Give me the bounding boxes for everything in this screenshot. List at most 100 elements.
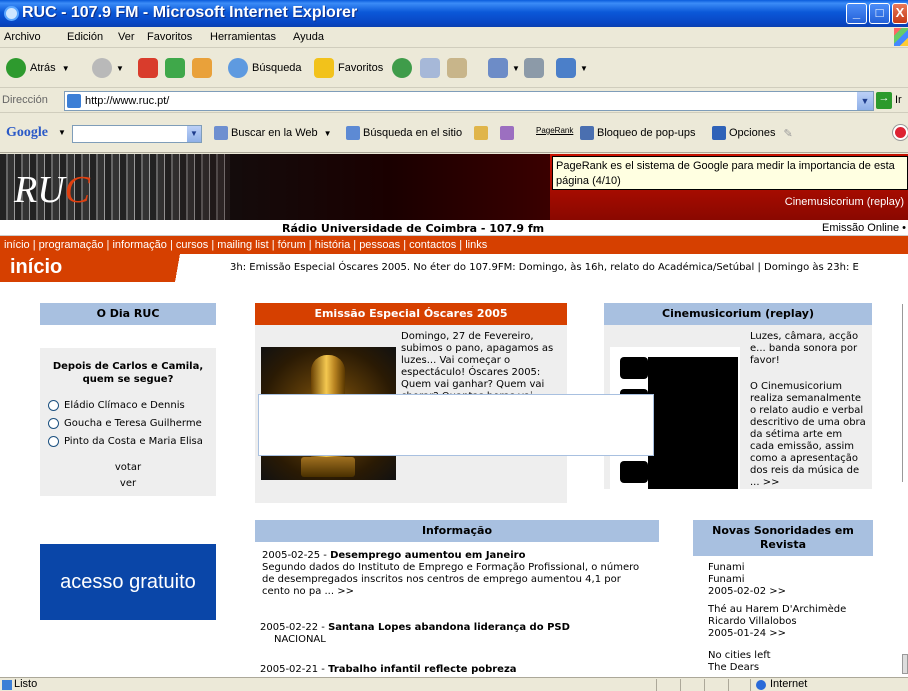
close-button[interactable]: X [892, 3, 908, 24]
menu-herramientas[interactable]: Herramientas [210, 31, 276, 43]
oscares-header[interactable]: Emissão Especial Óscares 2005 [255, 303, 567, 325]
search-button[interactable]: Búsqueda [228, 56, 302, 80]
search-icon [228, 58, 248, 78]
album-item[interactable]: Thé au Harem D'Archimède Ricardo Villalo… [708, 604, 868, 640]
nav-informacao[interactable]: informação [112, 239, 166, 251]
options-icon [712, 126, 726, 140]
nav-contactos[interactable]: contactos [409, 239, 456, 251]
cine-header[interactable]: Cinemusicorium (replay) [604, 303, 872, 325]
paste-icon [447, 58, 467, 78]
news-ticker[interactable]: 3h: Emissão Especial Óscares 2005. No ét… [230, 262, 859, 273]
refresh-button[interactable] [165, 56, 189, 80]
nav-mailing-list[interactable]: mailing list [217, 239, 268, 251]
nav-pessoas[interactable]: pessoas [359, 239, 400, 251]
nav-cursos[interactable]: cursos [176, 239, 208, 251]
online-link[interactable]: Emissão Online • [822, 222, 906, 234]
radio-button[interactable] [48, 400, 59, 411]
news-button[interactable] [474, 126, 491, 140]
album-item[interactable]: Funami Funami 2005-02-02 >> [708, 562, 868, 598]
copy-button[interactable] [420, 56, 444, 80]
poll-option[interactable]: Eládio Clímaco e Dennis [48, 400, 185, 411]
favorites-label: Favoritos [338, 62, 384, 74]
favorites-button[interactable]: Favoritos [314, 56, 383, 80]
stop-icon [138, 58, 158, 78]
status-separator [750, 679, 751, 691]
options-button[interactable]: Opciones ✎ [712, 126, 793, 140]
forward-button[interactable]: ▼ [92, 56, 124, 80]
view-results-link[interactable]: ver [40, 478, 216, 489]
maximize-button[interactable]: □ [869, 3, 890, 24]
news-category: NACIONAL [274, 634, 326, 645]
stop-button[interactable] [138, 56, 162, 80]
news-headline[interactable]: Santana Lopes abandona liderança do PSD [328, 622, 570, 633]
poll-question: Depois de Carlos e Camila, quem se segue… [52, 361, 204, 385]
right-edge-widget[interactable] [902, 654, 908, 674]
banner-cine-link[interactable]: Cinemusicorium (replay) [785, 196, 904, 208]
address-input[interactable]: http://www.ruc.pt/ ▼ [64, 91, 874, 111]
home-button[interactable] [192, 56, 216, 80]
print-button[interactable] [524, 56, 548, 80]
go-button[interactable]: Ir [895, 94, 902, 106]
album-title: Thé au Harem D'Archimède [708, 604, 847, 615]
vote-link[interactable]: votar [40, 462, 216, 473]
menu-ayuda[interactable]: Ayuda [293, 31, 324, 43]
radio-button[interactable] [48, 418, 59, 429]
station-bar: Rádio Universidade de Coimbra - 107.9 fm… [0, 220, 908, 236]
menu-ver[interactable]: Ver [118, 31, 135, 43]
minimize-button[interactable]: _ [846, 3, 867, 24]
address-url: http://www.ruc.pt/ [85, 95, 170, 107]
nav-programacao[interactable]: programação [39, 239, 104, 251]
ruc-logo[interactable]: RUC [14, 168, 90, 212]
paste-button[interactable] [447, 56, 471, 80]
album-date-link[interactable]: 2005-01-24 >> [708, 628, 868, 640]
nav-links[interactable]: links [465, 239, 487, 251]
acesso-gratuito-banner[interactable]: acesso gratuito [40, 544, 216, 620]
news-item[interactable]: 2005-02-22 - Santana Lopes abandona lide… [260, 622, 650, 646]
search-web-button[interactable]: Buscar en la Web ▼ [214, 126, 332, 140]
chevron-down-icon[interactable]: ▼ [857, 92, 873, 110]
news-item[interactable]: 2005-02-25 - Desemprego aumentou em Jane… [262, 550, 652, 598]
status-separator [680, 679, 681, 691]
history-button[interactable] [392, 56, 416, 80]
nav-forum[interactable]: fórum [278, 239, 306, 251]
poll-option[interactable]: Goucha e Teresa Guilherme [48, 418, 202, 429]
news-headline[interactable]: Desemprego aumentou em Janeiro [330, 550, 525, 561]
news-headline[interactable]: Trabalho infantil reflecte pobreza [328, 664, 516, 675]
film-hole [620, 461, 648, 483]
radio-button[interactable] [48, 436, 59, 447]
menu-favoritos[interactable]: Favoritos [147, 31, 192, 43]
nav-historia[interactable]: história [315, 239, 350, 251]
page-status-icon [2, 680, 12, 690]
section-title: início [10, 256, 63, 278]
search-site-button[interactable]: Búsqueda en el sitio [346, 126, 462, 140]
highlight-button[interactable] [500, 126, 517, 140]
page-content: RUC Cinemusicorium (replay) PageRank es … [0, 154, 908, 677]
chevron-down-icon: ▼ [580, 63, 588, 73]
news-item[interactable]: 2005-02-21 - Trabalho infantil reflecte … [260, 664, 650, 676]
edit-button[interactable]: ▼ [556, 56, 588, 80]
go-arrow-icon[interactable]: → [876, 92, 892, 109]
globe-icon [756, 680, 766, 690]
window-title: RUC - 107.9 FM - Microsoft Internet Expl… [22, 4, 358, 21]
album-title: No cities left [708, 650, 771, 661]
back-button[interactable]: Atrás ▼ [6, 56, 70, 80]
news-date: 2005-02-22 - [260, 622, 329, 633]
menu-archivo[interactable]: Archivo [4, 31, 41, 43]
menu-edicion[interactable]: Edición [67, 31, 103, 43]
mail-button[interactable]: ▼ [488, 56, 520, 80]
binoculars-icon [214, 126, 228, 140]
security-icon[interactable] [893, 125, 908, 140]
google-logo[interactable]: Google [6, 125, 48, 141]
chevron-down-icon[interactable]: ▼ [187, 126, 201, 142]
popup-blocker-button[interactable]: Bloqueo de pop-ups [580, 126, 695, 140]
chevron-down-icon[interactable]: ▼ [58, 128, 66, 137]
informacao-header: Informação [255, 520, 659, 542]
menu-bar: Archivo Edición Ver Favoritos Herramient… [0, 27, 908, 48]
album-item[interactable]: No cities left The Dears [708, 650, 868, 674]
album-date-link[interactable]: 2005-02-02 >> [708, 586, 868, 598]
poll-option[interactable]: Pinto da Costa e Maria Elisa [48, 436, 203, 447]
cine-text[interactable]: O Cinemusicorium realiza semanalmente o … [750, 381, 868, 489]
pagerank-indicator[interactable]: PageRank [536, 126, 576, 135]
google-search-input[interactable]: ▼ [72, 125, 202, 143]
nav-inicio[interactable]: início [4, 239, 30, 251]
